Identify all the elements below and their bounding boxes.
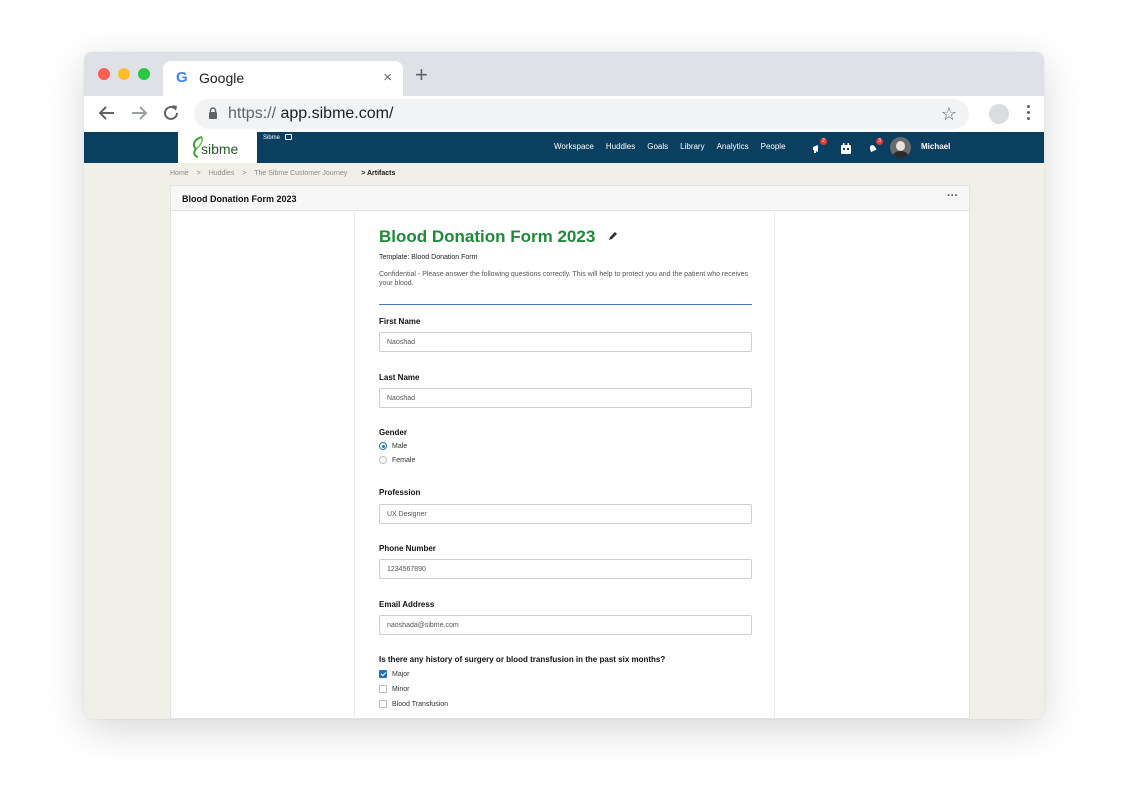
pencil-edit-icon[interactable] [608,231,618,241]
url-text: https:// app.sibme.com/ [228,105,393,123]
form-template: Template: Blood Donation Form [379,254,478,261]
breadcrumb-huddle[interactable]: The Sibme Customer Journey [254,170,347,177]
gender-label: Gender [379,428,408,437]
artifact-panel: Blood Donation Form 2023 ··· Blood Donat… [170,185,970,719]
browser-toolbar: https:// app.sibme.com/ ☆ [84,96,1044,132]
profession-label: Profession [379,488,421,497]
form-container: Blood Donation Form 2023 Template: Blood… [354,211,775,719]
account-name[interactable]: Sibme [263,135,280,141]
google-favicon-icon: G [176,69,188,86]
more-options-icon[interactable]: ··· [947,190,958,202]
close-window-button[interactable] [98,68,110,80]
url-scheme: https:// [228,105,277,122]
new-tab-button[interactable]: + [415,64,428,86]
phone-input[interactable]: 1234567890 [379,559,752,579]
history-option-blood-transfusion[interactable]: Blood Transfusion [379,700,448,708]
gender-option-female[interactable]: Female [379,456,415,464]
checkbox-major[interactable] [379,670,387,678]
history-option-major[interactable]: Major [379,670,410,678]
nav-goals[interactable]: Goals [647,142,668,151]
logo-text: sibme [201,141,239,157]
checkbox-minor[interactable] [379,685,387,693]
panel-header: Blood Donation Form 2023 ··· [171,186,969,211]
last-name-label: Last Name [379,373,420,382]
last-name-input[interactable]: Naoshad [379,388,752,408]
url-host: app.sibme.com/ [280,105,394,122]
switch-account-icon[interactable] [285,134,292,140]
first-name-input[interactable]: Naoshad [379,332,752,352]
calendar-icon[interactable] [840,141,852,154]
radio-male-label: Male [392,442,408,450]
sibme-logo[interactable]: sibme [178,132,257,163]
forward-arrow-icon[interactable] [128,102,150,124]
user-avatar[interactable] [890,137,911,158]
radio-female-label: Female [392,456,416,464]
gender-option-male[interactable]: Male [379,442,407,450]
history-option-minor[interactable]: Minor [379,685,410,693]
first-name-label: First Name [379,317,421,326]
nav-huddles[interactable]: Huddles [606,142,635,151]
notifications-badge: 3 [876,138,883,145]
calendar-glyph-icon [841,143,851,154]
checkbox-blood-transfusion-label: Blood Transfusion [392,700,449,708]
email-label: Email Address [379,600,435,609]
breadcrumb-separator: > [242,170,247,177]
back-arrow-icon[interactable] [96,102,118,124]
address-bar[interactable]: https:// app.sibme.com/ ☆ [194,99,969,129]
history-question-label: Is there any history of surgery or blood… [379,655,666,664]
browser-tab[interactable]: G Google × [163,61,403,96]
checkbox-blood-transfusion[interactable] [379,700,387,708]
radio-male[interactable] [379,442,387,450]
breadcrumb: Home > Huddles > The Sibme Customer Jour… [170,170,395,177]
browser-menu-icon[interactable] [1027,105,1031,123]
phone-label: Phone Number [379,544,436,553]
tab-close-icon[interactable]: × [383,69,392,87]
browser-profile-avatar[interactable] [989,104,1009,124]
checkbox-major-label: Major [392,670,410,678]
notifications-icon[interactable]: 3 [867,138,883,153]
activity-badge: 2 [820,138,827,145]
tab-title: Google [199,70,245,86]
form-description: Confidential - Please answer the followi… [379,271,748,287]
nav-analytics[interactable]: Analytics [717,142,749,151]
profession-input[interactable]: UX Designer [379,504,752,524]
tab-strip: G Google × + [84,52,1044,96]
lock-icon [209,107,217,119]
bookmark-star-icon[interactable]: ☆ [941,105,957,123]
app-header: sibme Sibme Workspace Huddles Goals Libr… [84,132,1044,163]
panel-title: Blood Donation Form 2023 [182,194,297,204]
form-title: Blood Donation Form 2023 [379,227,596,246]
breadcrumb-current: > Artifacts [361,170,396,177]
nav-library[interactable]: Library [680,142,704,151]
user-name[interactable]: Michael [921,142,950,151]
maximize-window-button[interactable] [138,68,150,80]
nav-people[interactable]: People [761,142,786,151]
browser-window: G Google × + https:// app.sibme.com/ ☆ s… [84,52,1044,719]
form-divider [379,304,752,305]
breadcrumb-huddles[interactable]: Huddles [209,170,235,177]
checkbox-minor-label: Minor [392,685,410,693]
nav-workspace[interactable]: Workspace [554,142,594,151]
reload-icon[interactable] [160,102,182,124]
breadcrumb-home[interactable]: Home [170,170,189,177]
main-nav: Workspace Huddles Goals Library Analytic… [554,142,786,151]
email-input[interactable]: naoshada@sibme.com [379,615,752,635]
activity-icon[interactable]: 2 [811,138,827,153]
breadcrumb-separator: > [196,170,201,177]
minimize-window-button[interactable] [118,68,130,80]
radio-female[interactable] [379,456,387,464]
